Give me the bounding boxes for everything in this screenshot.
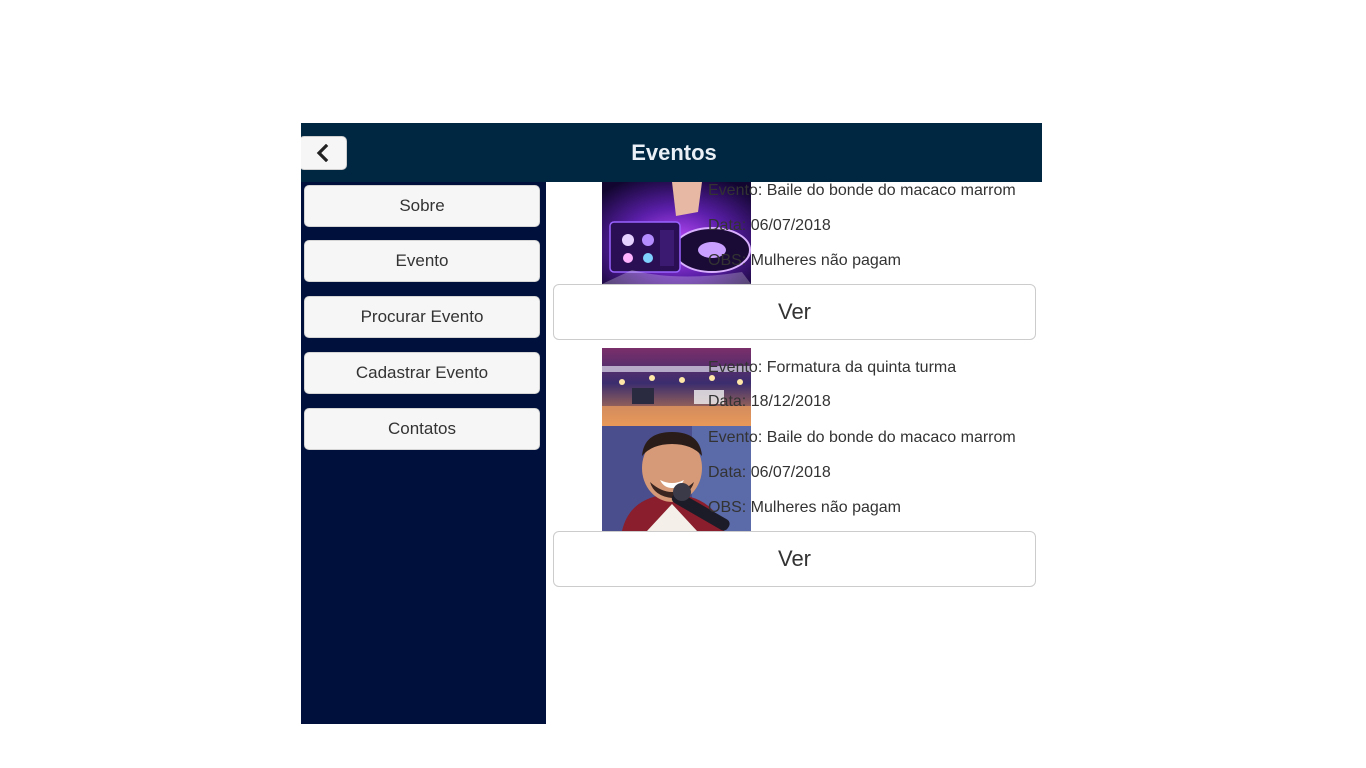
sidebar: Sobre Evento Procurar Evento Cadastrar E… <box>301 182 546 724</box>
event-obs: OBS: Mulheres não pagam <box>708 499 901 516</box>
sidebar-item-contatos[interactable]: Contatos <box>304 408 540 450</box>
event-date: Data: 06/07/2018 <box>708 217 831 234</box>
event-date: Data: 06/07/2018 <box>708 464 831 481</box>
sidebar-item-procurar-evento[interactable]: Procurar Evento <box>304 296 540 338</box>
header-bar: Eventos <box>301 123 1042 182</box>
event-name: Evento: Baile do bonde do macaco marrom <box>708 182 1016 199</box>
sidebar-item-evento[interactable]: Evento <box>304 240 540 282</box>
event-date: Data: 18/12/2018 <box>708 393 831 410</box>
app-window: Eventos Sobre Evento Procurar Evento Cad… <box>301 123 1042 724</box>
event-obs: OBS: Mulheres não pagam <box>708 252 901 269</box>
sidebar-item-cadastrar-evento[interactable]: Cadastrar Evento <box>304 352 540 394</box>
page-title: Eventos <box>631 140 717 165</box>
events-list: Evento: Baile do bonde do macaco marrom … <box>546 182 1042 724</box>
sidebar-item-sobre[interactable]: Sobre <box>304 185 540 227</box>
event-name: Evento: Baile do bonde do macaco marrom <box>708 429 1016 446</box>
ver-button[interactable]: Ver <box>553 531 1036 587</box>
event-name: Evento: Formatura da quinta turma <box>708 359 957 376</box>
ver-button[interactable]: Ver <box>553 284 1036 340</box>
